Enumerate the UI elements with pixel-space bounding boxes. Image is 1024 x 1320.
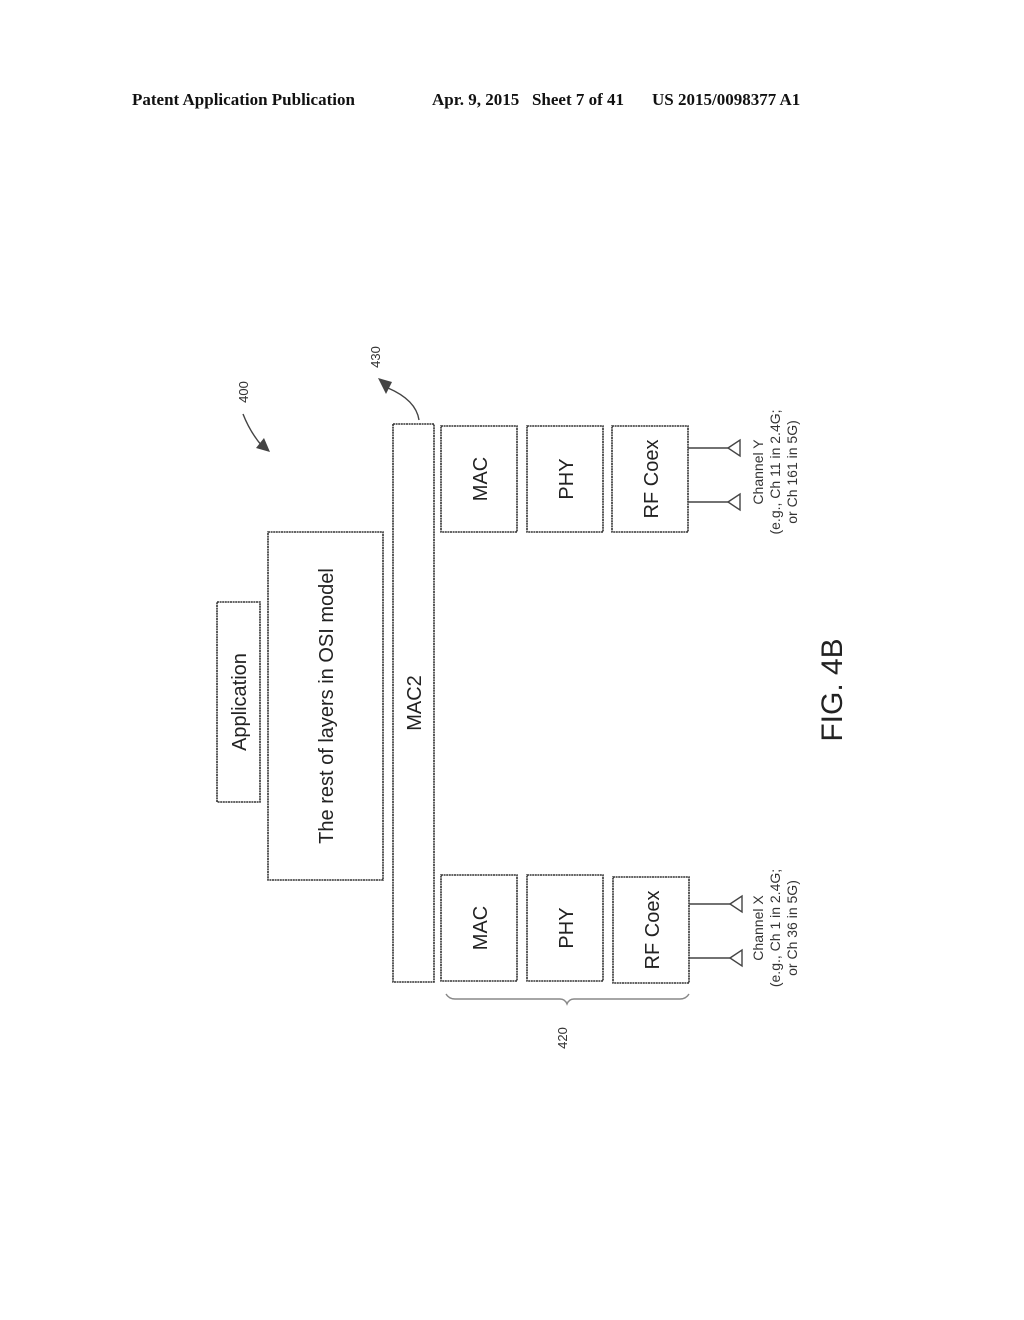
ref-400-leader — [242, 413, 263, 447]
channel-x-line3: or Ch 36 in 5G) — [784, 880, 800, 976]
upper-rfcoex-label: RF Coex — [641, 440, 663, 519]
channel-x-line1: Channel X — [750, 895, 766, 961]
antenna-icon — [726, 492, 741, 512]
upper-phy-label: PHY — [556, 458, 578, 499]
figure-diagram: Application The rest of layers in OSI mo… — [216, 346, 849, 1049]
figure-label: FIG. 4B — [816, 638, 849, 741]
ref-430-leader — [387, 387, 420, 421]
channel-x-line2: (e.g., Ch 1 in 2.4G; — [767, 869, 783, 987]
mac2-label: MAC2 — [404, 675, 426, 731]
channel-y-line3: or Ch 161 in 5G) — [784, 420, 800, 524]
ref-400: 400 — [236, 381, 251, 403]
channel-y-line1: Channel Y — [750, 439, 766, 505]
osi-rest-label: The rest of layers in OSI model — [316, 568, 338, 844]
antenna-icon — [728, 894, 743, 914]
lower-rfcoex-label: RF Coex — [642, 891, 664, 970]
application-label: Application — [229, 653, 251, 751]
lower-mac-label: MAC — [470, 906, 492, 950]
ref-430: 430 — [368, 346, 383, 368]
channel-y-line2: (e.g., Ch 11 in 2.4G; — [767, 409, 783, 534]
antenna-icon — [726, 438, 741, 458]
lower-phy-label: PHY — [556, 907, 578, 948]
upper-mac-label: MAC — [470, 457, 492, 501]
group-bracket — [445, 993, 690, 1006]
arrow-icon — [378, 378, 392, 394]
ref-420: 420 — [555, 1027, 570, 1049]
antenna-icon — [728, 948, 743, 968]
